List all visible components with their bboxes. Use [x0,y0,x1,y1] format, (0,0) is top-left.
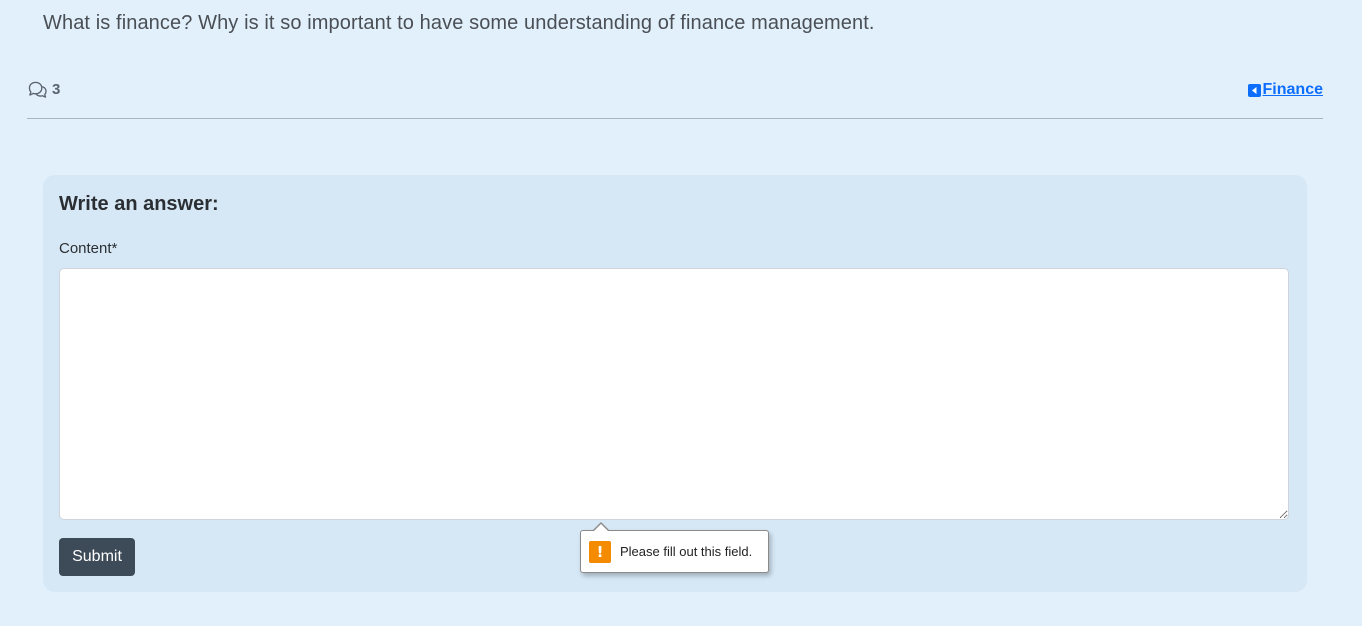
warning-icon: ! [589,540,611,563]
section-divider [27,118,1323,119]
validation-tooltip: ! Please fill out this field. [580,522,769,573]
caret-left-square-icon [1247,83,1261,97]
category-link-finance[interactable]: Finance [1247,81,1323,99]
comments-icon [28,81,47,98]
content-textarea[interactable] [59,268,1289,520]
content-field-label: Content* [59,240,118,257]
question-text: What is finance? Why is it so important … [43,12,875,34]
comment-count: 3 [27,80,60,99]
category-link-label: Finance [1262,81,1323,98]
question-meta-row: 3 Finance [27,78,1323,102]
comment-count-value: 3 [52,81,61,98]
answer-form-title: Write an answer: [59,193,219,215]
validation-message: Please fill out this field. [620,544,753,559]
submit-button[interactable]: Submit [59,538,135,576]
